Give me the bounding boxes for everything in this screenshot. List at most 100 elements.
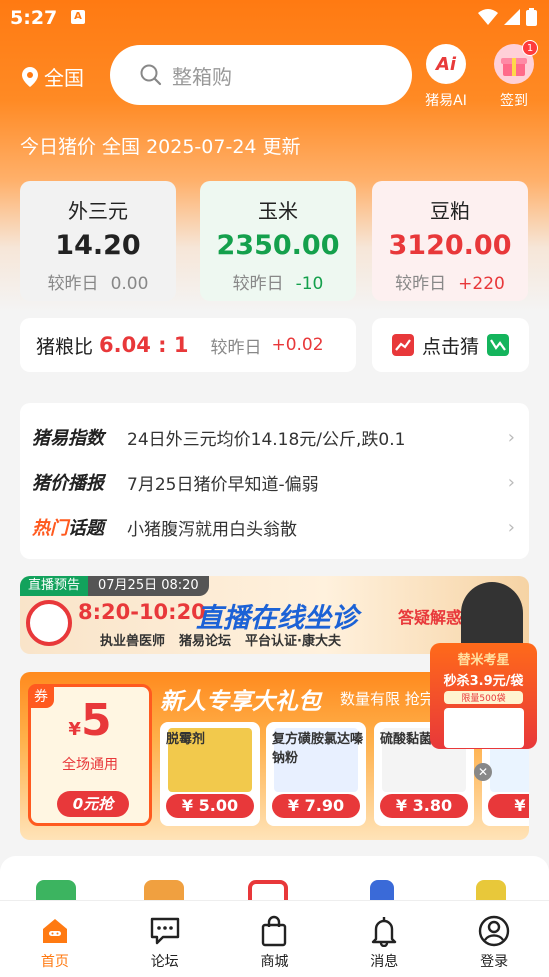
location-selector[interactable]: 全国 <box>22 62 84 91</box>
bottom-tab-bar: 首页 论坛 商城 消息 登录 <box>0 900 549 977</box>
news-text: 24日外三元均价14.18元/公斤,跌0.1 <box>127 429 406 450</box>
chevron-right-icon: › <box>507 516 515 538</box>
news-text: 7月25日猪价早知道-偏弱 <box>127 474 319 495</box>
product-name: 复方磺胺氯达嗪钠粉 <box>272 732 364 766</box>
live-credits: 执业兽医师 猪易论坛 平台认证·康大夫 <box>100 634 341 649</box>
live-subtitle: 答疑解惑 <box>398 608 463 627</box>
gift-icon: 1 <box>494 40 538 84</box>
product-card[interactable]: 脱霉剂 ¥ 5.00 <box>160 722 260 826</box>
ai-icon: Ai <box>426 44 466 84</box>
price-value: 14.20 <box>55 230 141 261</box>
live-tag: 直播预告 07月25日 08:20 <box>20 576 209 596</box>
pig-grain-ratio[interactable]: 猪粮比 6.04 : 1 较昨日 +0.02 <box>20 318 356 372</box>
tab-forum[interactable]: 论坛 <box>110 901 220 977</box>
category-icon[interactable] <box>370 880 394 900</box>
price-value: 3120.00 <box>388 230 512 261</box>
price-value: 2350.00 <box>216 230 340 261</box>
location-label: 全国 <box>44 66 84 90</box>
price-name: 豆粕 <box>430 199 470 223</box>
category-icon[interactable] <box>36 880 76 900</box>
coupon-desc: 全场通用 <box>62 757 118 773</box>
price-name: 外三元 <box>68 199 128 223</box>
bag-icon <box>262 915 287 947</box>
search-icon <box>140 64 162 86</box>
clock-icon <box>26 600 72 646</box>
gift-subtitle: 数量有限 抢完 <box>340 690 435 708</box>
ratio-compare-label: 较昨日 <box>210 337 262 358</box>
signin-label: 签到 <box>500 93 528 109</box>
coupon-claim-button[interactable]: 0元抢 <box>57 791 129 817</box>
price-card[interactable]: 豆粕 3120.00 较昨日 +220 <box>372 181 528 301</box>
news-tag: 猪价播报 <box>32 473 104 494</box>
price-compare: 较昨日 -10 <box>232 274 324 294</box>
price-compare: 较昨日 0.00 <box>47 274 149 294</box>
ratio-delta: +0.02 <box>271 335 324 355</box>
price-card[interactable]: 外三元 14.20 较昨日 0.00 <box>20 181 176 301</box>
promo-image <box>443 708 524 748</box>
category-icon[interactable] <box>144 880 184 900</box>
battery-icon <box>526 8 537 26</box>
news-text: 小猪腹泻就用白头翁散 <box>127 519 297 540</box>
news-row-hot-topic[interactable]: 热门话题 小猪腹泻就用白头翁散 › <box>32 512 515 542</box>
product-name: 脱霉剂 <box>166 732 206 747</box>
product-price: ¥ 3.80 <box>380 794 468 818</box>
live-time: 8:20-10:20 <box>78 600 206 624</box>
tab-label: 论坛 <box>150 954 179 970</box>
chat-icon <box>150 917 179 945</box>
product-card[interactable]: 复方磺胺氯达嗪钠粉 ¥ 7.90 <box>266 722 366 826</box>
status-bar: 5:27 A <box>0 0 549 36</box>
news-panel: 猪易指数 24日外三元均价14.18元/公斤,跌0.1 › 猪价播报 7月25日… <box>20 403 529 559</box>
news-row-index[interactable]: 猪易指数 24日外三元均价14.18元/公斤,跌0.1 › <box>32 422 515 452</box>
wifi-icon <box>478 9 498 25</box>
chevron-right-icon: › <box>507 471 515 493</box>
price-compare: 较昨日 +220 <box>395 274 505 294</box>
home-icon <box>42 919 67 943</box>
news-row-broadcast[interactable]: 猪价播报 7月25日猪价早知道-偏弱 › <box>32 467 515 497</box>
close-icon[interactable]: ✕ <box>474 763 492 781</box>
today-price-header: 今日猪价 全国 2025-07-24 更新 <box>20 136 301 158</box>
ratio-value: 6.04 : 1 <box>99 333 189 357</box>
ai-label: 猪易AI <box>425 93 467 109</box>
ai-button[interactable]: Ai 猪易AI <box>418 44 474 110</box>
news-tag: 热门话题 <box>32 518 104 539</box>
trend-up-icon <box>391 334 414 356</box>
tab-label: 商城 <box>260 954 289 970</box>
notification-icon: A <box>71 10 85 24</box>
system-icons <box>478 8 537 26</box>
user-icon <box>478 915 510 947</box>
guess-button[interactable]: 点击猜 <box>372 318 529 372</box>
tab-login[interactable]: 登录 <box>439 901 549 977</box>
product-price: ¥ 1( <box>488 794 529 818</box>
tab-label: 登录 <box>480 954 509 970</box>
status-time: 5:27 <box>10 7 58 29</box>
location-pin-icon <box>22 66 38 87</box>
ratio-label: 猪粮比 <box>36 335 94 358</box>
chevron-right-icon: › <box>507 426 515 448</box>
promo-product: 替米考星 <box>457 653 510 668</box>
coupon-card[interactable]: 券 ¥5 全场通用 0元抢 <box>28 684 152 826</box>
promo-price: 秒杀3.9元/袋 <box>443 674 524 689</box>
price-card[interactable]: 玉米 2350.00 较昨日 -10 <box>200 181 356 301</box>
coupon-tag: 券 <box>28 684 54 708</box>
category-icon[interactable] <box>248 880 288 900</box>
tab-messages[interactable]: 消息 <box>329 901 439 977</box>
signin-badge: 1 <box>522 40 538 56</box>
tab-home[interactable]: 首页 <box>0 901 110 977</box>
price-name: 玉米 <box>258 199 298 223</box>
trend-chart-icon <box>487 334 509 356</box>
gift-title: 新人专享大礼包 <box>160 689 321 715</box>
signal-icon <box>504 9 520 25</box>
floating-promo-ad[interactable]: 替米考星 秒杀3.9元/袋 限量500袋 <box>430 643 537 749</box>
tab-label: 消息 <box>370 954 399 970</box>
guess-label: 点击猜 <box>421 335 479 358</box>
promo-limit: 限量500袋 <box>444 691 523 704</box>
product-price: ¥ 5.00 <box>166 794 254 818</box>
search-placeholder: 整箱购 <box>172 64 232 89</box>
tab-label: 首页 <box>40 954 69 970</box>
search-input[interactable]: 整箱购 <box>110 45 412 105</box>
signin-button[interactable]: 1 签到 <box>486 40 542 110</box>
category-icon[interactable] <box>476 880 506 900</box>
product-price: ¥ 7.90 <box>272 794 360 818</box>
bell-icon <box>372 917 397 947</box>
tab-mall[interactable]: 商城 <box>220 901 330 977</box>
